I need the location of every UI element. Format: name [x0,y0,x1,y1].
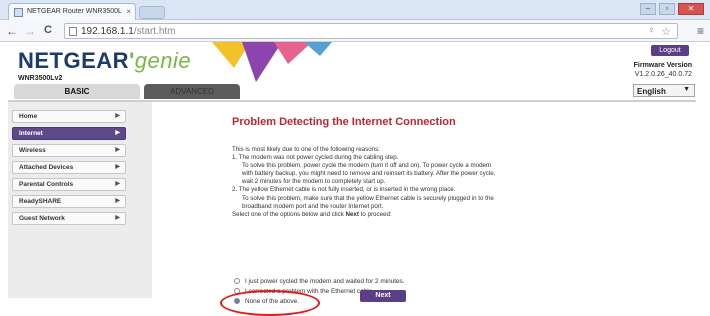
option-power-cycled[interactable]: I just power cycled the modem and waited… [234,278,405,285]
chevron-right-icon: ▶ [115,113,120,119]
reason-2-detail-b: broadband modem port and the router Inte… [242,202,384,210]
chevron-right-icon: ▶ [115,215,120,221]
browser-toolbar: ← → C 192.168.1.1/start.htm ♀ ☆ ≡ [0,20,710,42]
select-next-word: Next [345,210,359,218]
logo-brand: NETGEAR [18,48,130,73]
bookmark-star-icon[interactable]: ☆ [661,25,671,38]
browser-tab[interactable]: NETGEAR Router WNR3500L × [8,3,136,20]
option-label: I just power cycled the modem and waited… [245,278,405,285]
intro-text: This is most likely due to one of the fo… [232,146,380,153]
decorative-ribbon-graphic [212,42,332,82]
radio-button[interactable] [234,278,240,284]
language-select[interactable]: English ▼ [633,84,695,97]
firmware-version-label: Firmware Version [633,62,692,69]
new-tab-button[interactable] [139,6,165,19]
window-controls: – ▫ ✕ [640,3,704,15]
chevron-right-icon: ▶ [115,147,120,153]
problem-description: This is most likely due to one of the fo… [232,146,672,219]
sidebar-item-attached-devices[interactable]: Attached Devices ▶ [12,161,126,174]
language-value: English [637,87,666,96]
dropdown-arrow-icon: ▼ [683,86,690,93]
reason-1-detail-c: wait 2 minutes for the modem to complete… [242,178,386,186]
chevron-right-icon: ▶ [115,164,120,170]
reason-1-detail-a: To solve this problem, power cycle the m… [242,162,492,170]
window-close-icon[interactable]: ✕ [678,3,704,15]
minimize-icon[interactable]: – [640,3,656,15]
maximize-icon[interactable]: ▫ [659,3,675,15]
sidebar-item-label: Internet [19,130,43,137]
page-title: Problem Detecting the Internet Connectio… [232,116,456,128]
browser-tab-title: NETGEAR Router WNR3500L [27,8,122,15]
netgear-favicon-icon [14,8,23,17]
sidebar-item-home[interactable]: Home ▶ [12,110,126,123]
firmware-version-value: V1.2.0.26_40.0.72 [634,71,692,78]
logo-genie: genie [134,48,192,73]
chevron-right-icon: ▶ [115,181,120,187]
tab-basic[interactable]: BASIC [14,84,140,99]
netgear-genie-logo: NETGEAR'genie [18,48,191,74]
sidebar-item-guest-network[interactable]: Guest Network ▶ [12,212,126,225]
address-bar[interactable]: 192.168.1.1/start.htm ♀ ☆ [64,23,678,39]
select-prefix: Select one of the options below and clic… [232,210,346,218]
logout-button[interactable]: Logout [651,45,689,56]
url-host: 192.168.1.1 [81,26,134,37]
reason-1-detail-b: with battery backup, you might need to r… [242,170,496,178]
chevron-right-icon: ▶ [115,198,120,204]
reason-2: 2. The yellow Ethernet cable is not full… [232,186,456,194]
reason-1: 1. The modem was not power cycled during… [232,154,399,162]
browser-menu-icon[interactable]: ≡ [697,24,704,38]
select-instruction: Select one of the options below and clic… [232,211,672,219]
sidebar-item-parental-controls[interactable]: Parental Controls ▶ [12,178,126,191]
sidebar-item-label: ReadySHARE [19,198,62,205]
url-path: /start.htm [133,26,176,37]
select-suffix: to proceed: [358,210,392,218]
main-content: Problem Detecting the Internet Connectio… [152,100,696,316]
next-button[interactable]: Next [360,290,406,302]
back-icon[interactable]: ← [6,24,18,38]
model-name: WNR3500Lv2 [18,75,63,82]
sidebar-item-label: Home [19,113,38,120]
sidebar-item-readyshare[interactable]: ReadySHARE ▶ [12,195,126,208]
sidebar-item-label: Guest Network [19,215,65,222]
browser-tab-strip: NETGEAR Router WNR3500L × – ▫ ✕ [0,0,710,20]
lightbulb-icon[interactable]: ♀ [648,25,656,36]
highlight-circle-annotation [220,290,320,316]
sidebar-item-label: Parental Controls [19,181,74,188]
sidebar-item-internet[interactable]: Internet ▶ [12,127,126,140]
reload-icon[interactable]: C [44,24,52,36]
sidebar-item-wireless[interactable]: Wireless ▶ [12,144,126,157]
sidebar: Home ▶ Internet ▶ Wireless ▶ Attached De… [8,100,152,298]
router-page: NETGEAR'genie WNR3500Lv2 Logout Firmware… [0,42,710,316]
sidebar-item-label: Wireless [19,147,46,154]
forward-icon[interactable]: → [24,24,36,38]
tab-close-icon[interactable]: × [126,7,131,16]
reason-2-detail-a: To solve this problem, make sure that th… [242,194,494,202]
sidebar-item-label: Attached Devices [19,164,74,171]
tab-advanced[interactable]: ADVANCED [144,84,240,99]
page-icon [69,27,77,36]
chevron-right-icon: ▶ [115,130,120,136]
